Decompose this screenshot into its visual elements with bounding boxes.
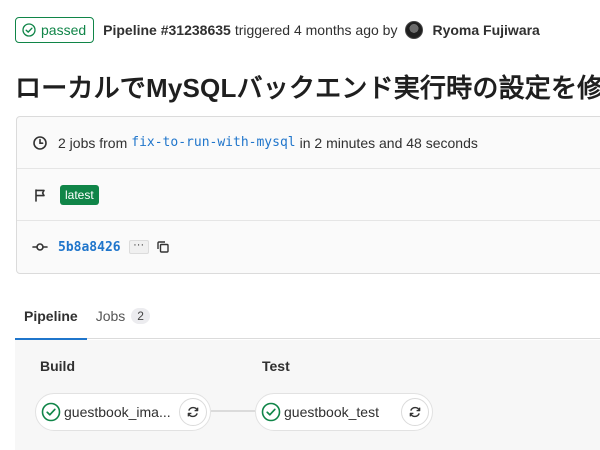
commit-message-toggle-button[interactable]: ··· <box>128 240 149 254</box>
job-test-name: guestbook_test <box>284 404 379 420</box>
pipeline-info-card: 2 jobs from fix-to-run-with-mysql in 2 m… <box>16 116 600 274</box>
tab-jobs[interactable]: Jobs 2 <box>87 292 159 339</box>
check-circle-icon <box>41 402 61 422</box>
commit-row: 5b8a8426 ··· <box>17 221 600 273</box>
avatar[interactable] <box>405 21 424 39</box>
job-test[interactable]: guestbook_test <box>255 393 433 431</box>
pipeline-id: Pipeline #31238635 <box>103 22 231 38</box>
pipeline-graph: Build Test guestbook_ima... guestbook_te… <box>15 340 600 450</box>
tab-pipeline-label: Pipeline <box>24 307 78 324</box>
jobs-count-text: 2 jobs from <box>58 134 128 151</box>
tab-jobs-label: Jobs <box>95 307 126 324</box>
pipeline-header: passed Pipeline #31238635 triggered 4 mo… <box>15 17 540 43</box>
latest-badge: latest <box>60 184 99 205</box>
retry-icon[interactable] <box>401 398 429 426</box>
jobs-count-badge: 2 <box>131 307 150 324</box>
jobs-summary-row: 2 jobs from fix-to-run-with-mysql in 2 m… <box>17 117 600 169</box>
retry-icon[interactable] <box>179 398 207 426</box>
status-badge[interactable]: passed <box>15 17 95 43</box>
pipeline-tabs: Pipeline Jobs 2 <box>15 292 600 340</box>
commit-icon <box>32 239 48 255</box>
job-build[interactable]: guestbook_ima... <box>35 393 211 431</box>
copy-icon[interactable] <box>155 239 171 255</box>
stage-title-test: Test <box>262 358 290 374</box>
duration-text: in 2 minutes and 48 seconds <box>299 134 478 151</box>
stage-title-build: Build <box>40 358 75 374</box>
user-name-link[interactable]: Ryoma Fujiwara <box>432 22 539 38</box>
stage-connector <box>211 410 255 412</box>
branch-link[interactable]: fix-to-run-with-mysql <box>131 135 295 150</box>
tab-pipeline[interactable]: Pipeline <box>15 292 87 340</box>
clock-icon <box>32 135 48 151</box>
job-build-name: guestbook_ima... <box>64 404 171 420</box>
page-title: ローカルでMySQLバックエンド実行時の設定を修正 <box>15 73 600 103</box>
check-circle-icon <box>22 23 36 37</box>
pipeline-trigger-meta: triggered 4 months ago by <box>234 22 398 38</box>
commit-sha-link[interactable]: 5b8a8426 <box>58 240 121 255</box>
badges-row: latest <box>17 169 600 221</box>
check-circle-icon <box>261 402 281 422</box>
flag-icon <box>32 187 48 203</box>
status-label: passed <box>41 22 87 38</box>
